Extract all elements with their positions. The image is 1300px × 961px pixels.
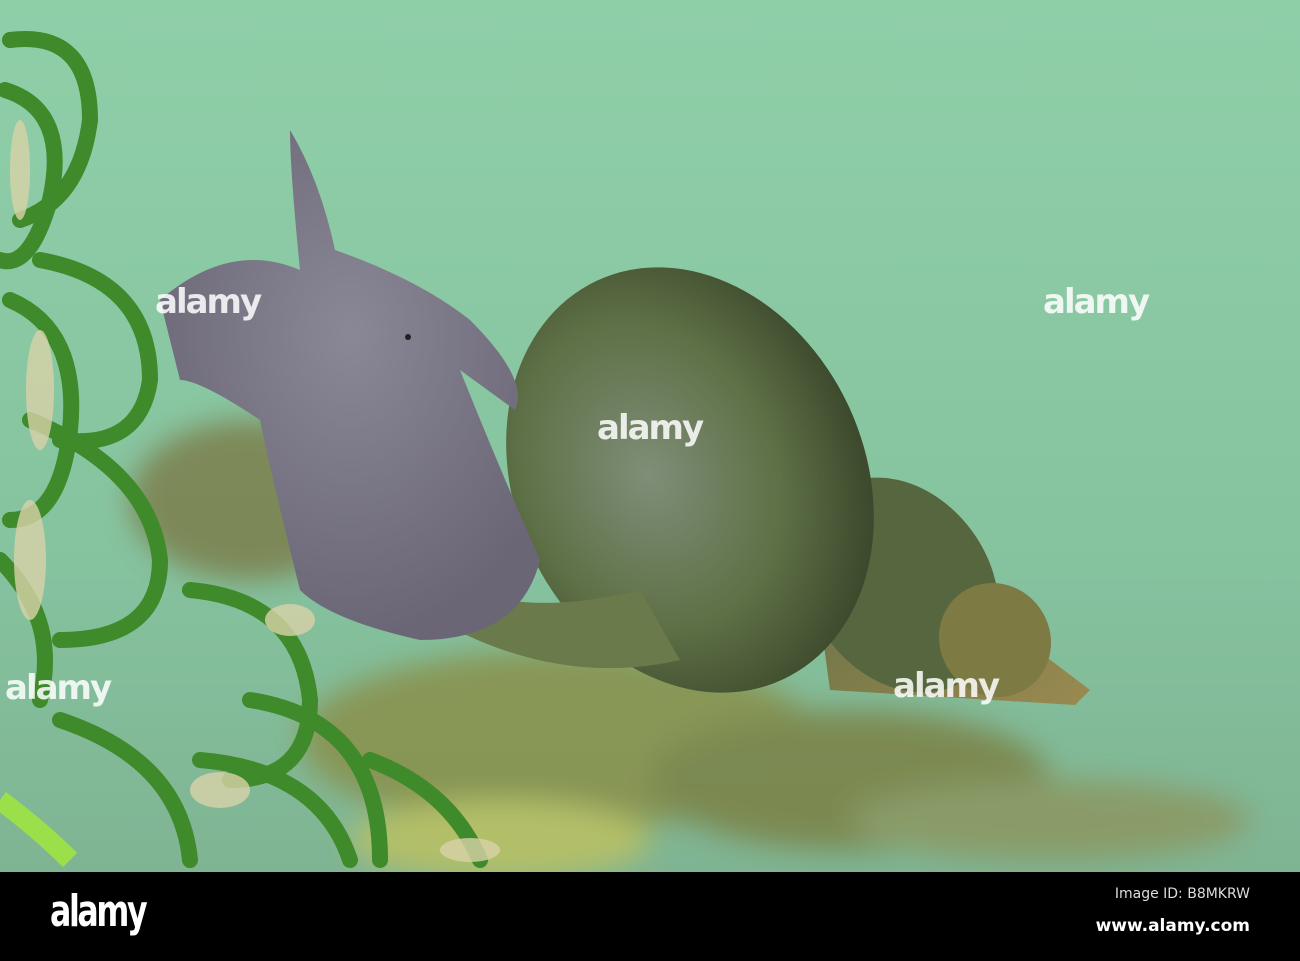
image-id: Image ID: B8MKRW bbox=[1114, 886, 1250, 902]
watermark: alamy bbox=[155, 282, 262, 322]
watermark: alamy bbox=[597, 408, 704, 448]
watermark: alamy bbox=[1043, 282, 1150, 322]
stock-photo: alamy alamy alamy alamy alamy alamy Imag… bbox=[0, 0, 1300, 961]
alamy-logo: alamy bbox=[50, 886, 148, 937]
footer-bar: alamy Image ID: B8MKRW www.alamy.com bbox=[0, 872, 1300, 961]
watermark: alamy bbox=[5, 668, 112, 708]
site-url: www.alamy.com bbox=[1095, 916, 1250, 936]
watermark: alamy bbox=[893, 666, 1000, 706]
